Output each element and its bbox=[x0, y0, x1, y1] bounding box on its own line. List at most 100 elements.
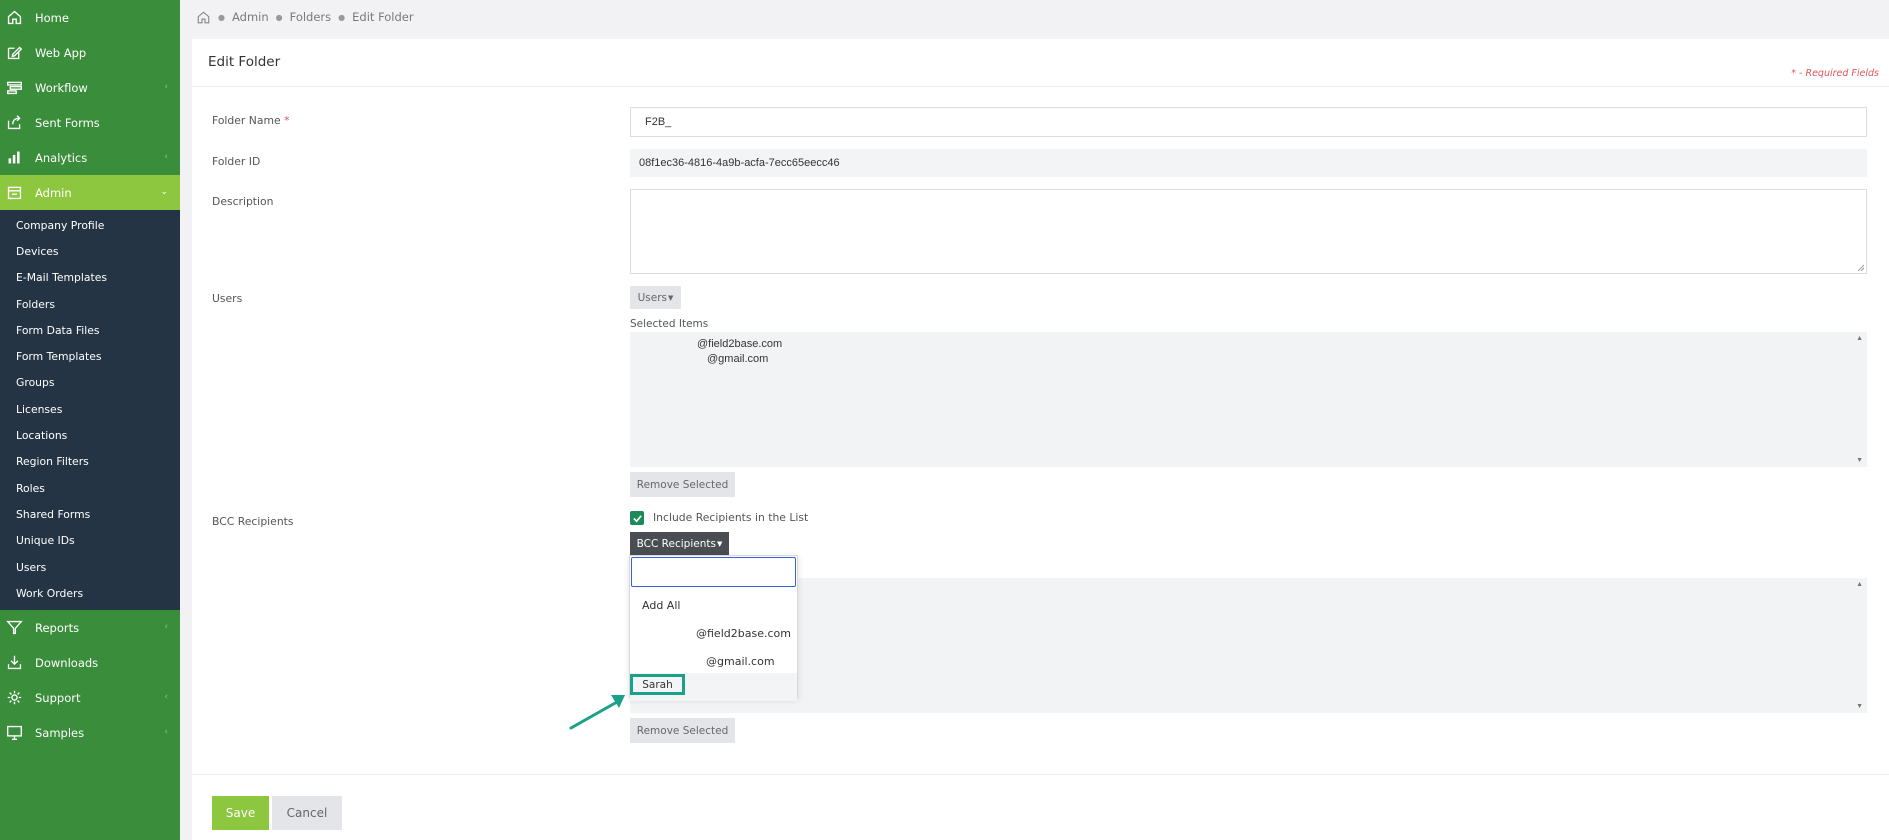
chevron-left-icon: ‹ bbox=[164, 622, 168, 633]
sidebar-item-shared-forms[interactable]: Shared Forms bbox=[0, 501, 180, 527]
resize-grip-icon[interactable] bbox=[1856, 263, 1864, 271]
breadcrumb: ● Admin ● Folders ● Edit Folder bbox=[196, 9, 414, 25]
breadcrumb-edit-folder: Edit Folder bbox=[352, 10, 414, 24]
nav-item-label: Downloads bbox=[35, 655, 99, 670]
users-dropdown-button[interactable]: Users ▼ bbox=[630, 286, 681, 309]
required-star: * bbox=[284, 114, 290, 127]
nav-item-label: Web App bbox=[35, 45, 87, 60]
dropdown-item[interactable]: @gmail.com bbox=[630, 647, 797, 675]
divider bbox=[192, 774, 1889, 775]
list-item[interactable]: @gmail.com bbox=[630, 352, 1867, 367]
nav-item-analytics[interactable]: Analytics ‹ bbox=[0, 140, 180, 175]
bcc-recipients-label: BCC Recipients bbox=[212, 515, 294, 528]
breadcrumb-folders[interactable]: Folders bbox=[290, 10, 332, 24]
description-label: Description bbox=[212, 195, 274, 208]
edit-folder-card: Edit Folder * - Required Fields Folder N… bbox=[192, 39, 1889, 840]
folder-id-field: 08f1ec36-4816-4a9b-acfa-7ecc65eecc46 bbox=[630, 149, 1867, 177]
nav-item-label: Workflow bbox=[35, 80, 88, 95]
monitor-icon bbox=[6, 724, 23, 741]
folder-id-label: Folder ID bbox=[212, 155, 261, 168]
description-textarea[interactable] bbox=[630, 189, 1867, 274]
sidebar-item-email-templates[interactable]: E-Mail Templates bbox=[0, 265, 180, 291]
breadcrumb-separator: ● bbox=[218, 12, 225, 22]
sidebar-item-work-orders[interactable]: Work Orders bbox=[0, 580, 180, 606]
selected-items-label: Selected Items bbox=[630, 318, 709, 330]
caret-down-icon: ▼ bbox=[716, 540, 723, 548]
users-label: Users bbox=[212, 292, 243, 305]
folder-name-label: Folder Name * bbox=[212, 114, 290, 127]
nav-item-reports[interactable]: Reports ‹ bbox=[0, 610, 180, 645]
chevron-left-icon: ‹ bbox=[164, 727, 168, 738]
workflow-icon bbox=[6, 79, 23, 96]
breadcrumb-separator: ● bbox=[275, 12, 283, 22]
bcc-recipients-dropdown-button[interactable]: BCC Recipients ▼ bbox=[630, 532, 729, 556]
nav-item-label: Sent Forms bbox=[35, 115, 100, 130]
dropdown-item-sarah-highlight[interactable]: Sarah bbox=[630, 674, 685, 695]
scroll-down-icon[interactable]: ▼ bbox=[1856, 703, 1863, 710]
nav-item-samples[interactable]: Samples ‹ bbox=[0, 715, 180, 750]
sidebar-item-form-data-files[interactable]: Form Data Files bbox=[0, 317, 180, 343]
folder-name-input[interactable]: F2B_ bbox=[630, 107, 1867, 137]
scroll-up-icon[interactable]: ▲ bbox=[1856, 581, 1863, 588]
nav-item-sent-forms[interactable]: Sent Forms bbox=[0, 105, 180, 140]
chevron-left-icon: ‹ bbox=[164, 692, 168, 703]
sidebar-item-form-templates[interactable]: Form Templates bbox=[0, 343, 180, 369]
edit-icon bbox=[6, 44, 23, 61]
filter-icon bbox=[6, 619, 23, 636]
remove-selected-users-button[interactable]: Remove Selected bbox=[630, 472, 735, 497]
include-recipients-checkbox[interactable] bbox=[630, 511, 644, 525]
sidebar-item-locations[interactable]: Locations bbox=[0, 422, 180, 448]
dropdown-item-add-all[interactable]: Add All bbox=[630, 591, 797, 619]
selected-users-list[interactable]: @field2base.com @gmail.com ▲ ▼ bbox=[630, 332, 1867, 467]
admin-submenu: Company Profile Devices E-Mail Templates… bbox=[0, 210, 180, 611]
sidebar-item-region-filters[interactable]: Region Filters bbox=[0, 449, 180, 475]
sidebar-item-roles[interactable]: Roles bbox=[0, 475, 180, 501]
list-item[interactable]: @field2base.com bbox=[630, 337, 1867, 352]
check-icon bbox=[632, 514, 642, 522]
sidebar-item-unique-ids[interactable]: Unique IDs bbox=[0, 528, 180, 554]
nav-item-label: Support bbox=[35, 690, 81, 705]
cancel-button[interactable]: Cancel bbox=[272, 796, 342, 830]
dropdown-item[interactable]: @field2base.com bbox=[630, 619, 797, 647]
scroll-up-icon[interactable]: ▲ bbox=[1856, 335, 1863, 342]
sidebar-item-company-profile[interactable]: Company Profile bbox=[0, 212, 180, 238]
dropdown-search-input[interactable] bbox=[631, 557, 796, 587]
bar-chart-icon bbox=[6, 149, 23, 166]
nav-item-label: Home bbox=[35, 10, 69, 25]
save-button[interactable]: Save bbox=[212, 796, 269, 830]
annotation-arrow-icon bbox=[569, 695, 625, 730]
gear-icon bbox=[6, 689, 23, 706]
breadcrumb-separator: ● bbox=[338, 12, 346, 22]
nav-item-workflow[interactable]: Workflow ‹ bbox=[0, 70, 180, 105]
nav-item-label: Admin bbox=[35, 185, 72, 200]
page-title: Edit Folder bbox=[208, 54, 281, 70]
users-button-label: Users bbox=[637, 291, 667, 304]
sidebar-item-devices[interactable]: Devices bbox=[0, 238, 180, 264]
folder-name-label-text: Folder Name bbox=[212, 114, 281, 127]
share-icon bbox=[6, 114, 23, 131]
home-icon bbox=[6, 9, 23, 26]
nav-item-label: Analytics bbox=[35, 150, 88, 165]
nav-item-home[interactable]: Home bbox=[0, 0, 180, 35]
breadcrumb-admin[interactable]: Admin bbox=[232, 10, 269, 24]
chevron-left-icon: ‹ bbox=[164, 152, 168, 162]
nav-item-downloads[interactable]: Downloads bbox=[0, 645, 180, 680]
sidebar-item-users[interactable]: Users bbox=[0, 554, 180, 580]
nav-item-admin[interactable]: Admin ⌄ bbox=[0, 175, 180, 210]
remove-selected-bcc-button[interactable]: Remove Selected bbox=[630, 718, 735, 743]
nav-item-label: Reports bbox=[35, 620, 80, 635]
sidebar-item-folders[interactable]: Folders bbox=[0, 291, 180, 317]
sidebar-item-licenses[interactable]: Licenses bbox=[0, 396, 180, 422]
caret-down-icon: ▼ bbox=[668, 293, 674, 302]
scroll-down-icon[interactable]: ▼ bbox=[1856, 457, 1863, 464]
include-recipients-label: Include Recipients in the List bbox=[653, 511, 809, 524]
download-icon bbox=[6, 654, 23, 671]
required-fields-note: * - Required Fields bbox=[1791, 68, 1879, 79]
bcc-recipients-list[interactable]: ▲ ▼ bbox=[630, 578, 1867, 713]
nav-item-support[interactable]: Support ‹ bbox=[0, 680, 180, 715]
sidebar: Home Web App Workflow ‹ Sent Forms Analy… bbox=[0, 0, 180, 840]
sidebar-item-groups[interactable]: Groups bbox=[0, 370, 180, 396]
home-icon[interactable] bbox=[196, 10, 211, 25]
nav-item-web-app[interactable]: Web App bbox=[0, 35, 180, 70]
nav-item-label: Samples bbox=[35, 725, 85, 740]
